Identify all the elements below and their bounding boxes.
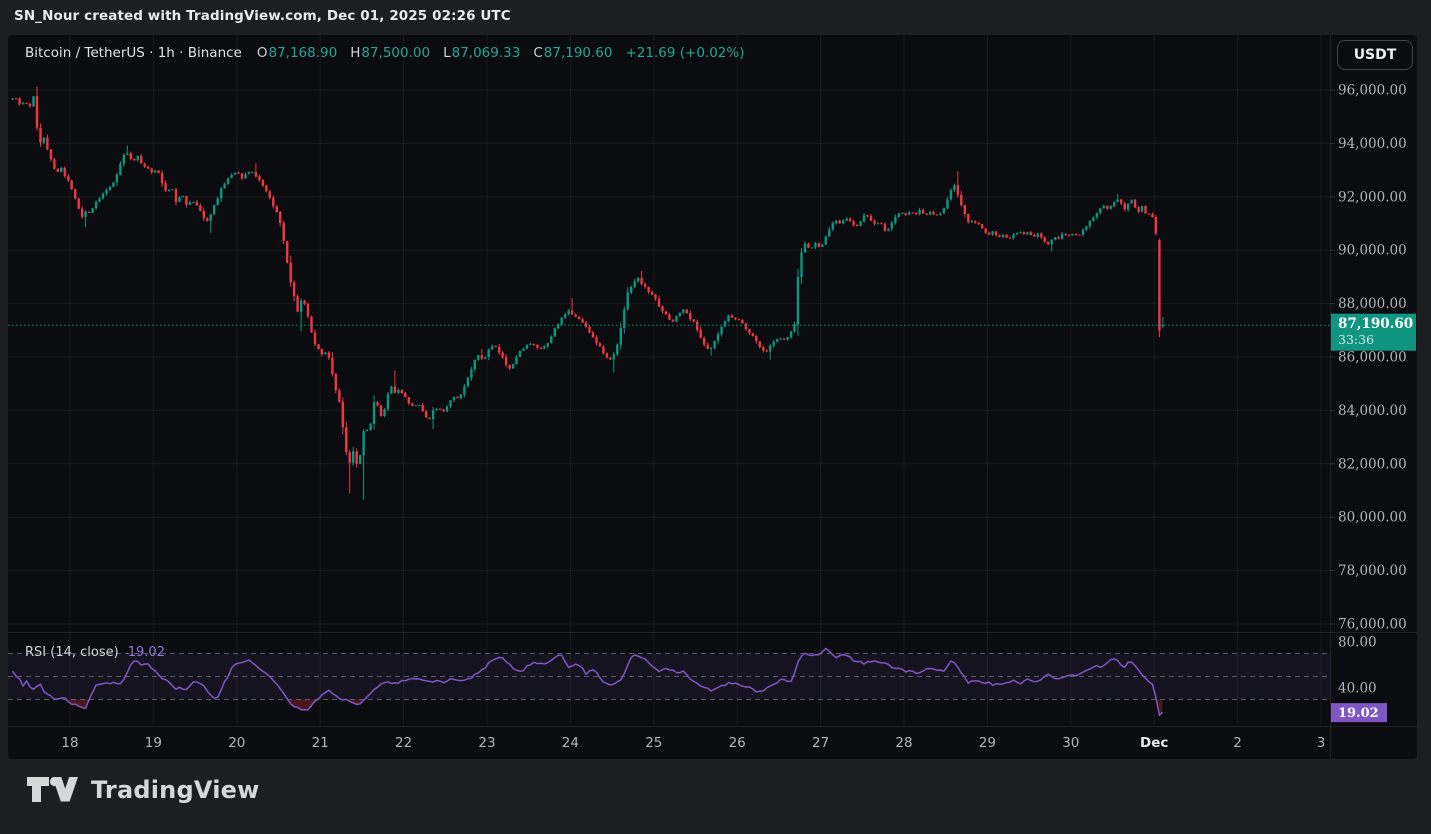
svg-text:19.02: 19.02 bbox=[1338, 706, 1379, 721]
ohlc-low: L87,069.33 bbox=[443, 45, 520, 61]
bar-countdown: 33:36 bbox=[1338, 332, 1374, 347]
ohlc-readout: O87,168.90 H87,500.00 L87,069.33 C87,190… bbox=[257, 45, 745, 61]
svg-text:87,190.60: 87,190.60 bbox=[1338, 316, 1413, 332]
tradingview-logo-text: TradingView bbox=[91, 776, 259, 804]
ohlc-change: +21.69 (+0.02%) bbox=[626, 45, 745, 61]
price-axis-label: 84,000.00 bbox=[1338, 403, 1407, 419]
price-axis-label: 80,000.00 bbox=[1338, 510, 1407, 526]
price-axis-label: 78,000.00 bbox=[1338, 563, 1407, 579]
footer: TradingView bbox=[0, 760, 1431, 834]
time-axis-label: 22 bbox=[395, 735, 412, 751]
time-axis-label: 30 bbox=[1062, 735, 1079, 751]
time-axis-label: 28 bbox=[895, 735, 912, 751]
rsi-pane[interactable] bbox=[8, 632, 1330, 726]
price-axis-label: 94,000.00 bbox=[1338, 136, 1407, 152]
rsi-axis-label: 40.00 bbox=[1338, 681, 1377, 697]
time-axis-label: Dec bbox=[1140, 735, 1168, 751]
symbol-title[interactable]: Bitcoin / TetherUS · 1h · Binance bbox=[25, 45, 242, 61]
time-axis-label: 21 bbox=[312, 735, 329, 751]
tradingview-logo-icon bbox=[27, 777, 81, 803]
price-axis-label: 92,000.00 bbox=[1338, 189, 1407, 205]
time-axis-label: 18 bbox=[61, 735, 78, 751]
rsi-indicator-label[interactable]: RSI (14, close) bbox=[25, 645, 119, 660]
time-axis-label: 19 bbox=[145, 735, 162, 751]
attribution-bar: SN_Nour created with TradingView.com, De… bbox=[14, 8, 511, 24]
ohlc-close: C87,190.60 bbox=[533, 45, 612, 61]
time-axis-label: 2 bbox=[1233, 735, 1242, 751]
rsi-value-badge: 19.02 bbox=[1331, 703, 1387, 722]
time-axis-label: 25 bbox=[645, 735, 662, 751]
main-chart-area[interactable] bbox=[8, 35, 1330, 632]
tradingview-logo[interactable]: TradingView bbox=[27, 776, 259, 804]
time-axis-label: 27 bbox=[812, 735, 829, 751]
last-price-badge: 87,190.6033:36 bbox=[1331, 314, 1416, 351]
price-axis-label: 86,000.00 bbox=[1338, 350, 1407, 366]
price-axis-label: 88,000.00 bbox=[1338, 296, 1407, 312]
price-axis-label: 90,000.00 bbox=[1338, 243, 1407, 259]
time-axis-label: 3 bbox=[1317, 735, 1326, 751]
price-axis-label: 82,000.00 bbox=[1338, 456, 1407, 472]
time-axis-label: 20 bbox=[228, 735, 245, 751]
ohlc-high: H87,500.00 bbox=[350, 45, 430, 61]
chart-canvas: 96,000.00 94,000.00 92,000.00 90,000.00 88,0… bbox=[0, 0, 1431, 834]
time-axis-label: 26 bbox=[729, 735, 746, 751]
rsi-indicator-value: 19.02 bbox=[128, 645, 165, 660]
symbol-header: Bitcoin / TetherUS · 1h · Binance O87,16… bbox=[25, 45, 744, 61]
attribution-text: SN_Nour created with TradingView.com, De… bbox=[14, 8, 511, 24]
tradingview-snapshot: 96,000.00 94,000.00 92,000.00 90,000.00 88,0… bbox=[0, 0, 1431, 834]
price-axis-label: 96,000.00 bbox=[1338, 83, 1407, 99]
time-axis-label: 24 bbox=[562, 735, 579, 751]
time-axis-label: 23 bbox=[478, 735, 495, 751]
currency-toggle-button[interactable]: USDT bbox=[1337, 40, 1413, 70]
rsi-axis-label: 80.00 bbox=[1338, 635, 1377, 651]
rsi-header: RSI (14, close) 19.02 bbox=[25, 645, 165, 660]
time-axis-label: 29 bbox=[979, 735, 996, 751]
ohlc-open: O87,168.90 bbox=[257, 45, 337, 61]
price-axis-label: 76,000.00 bbox=[1338, 617, 1407, 633]
